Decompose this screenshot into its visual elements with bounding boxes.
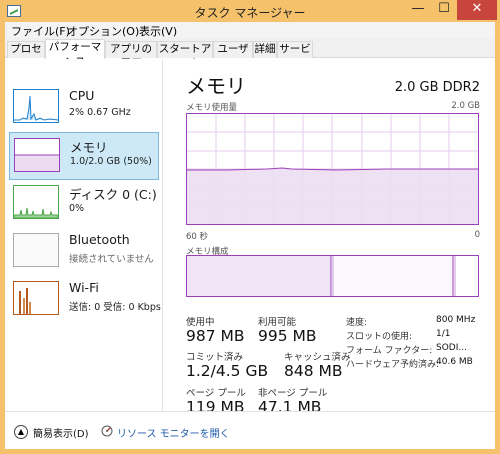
resource-wifi[interactable]: Wi-Fi 送信: 0 受信: 0 Kbps: [9, 276, 161, 324]
resource-detail: 2% 0.67 GHz: [69, 107, 131, 118]
memory-graph-icon: [14, 138, 60, 172]
hardware-reserved-label: ハードウェア予約済み:: [346, 360, 440, 370]
tab-details[interactable]: 詳細: [253, 41, 277, 58]
resource-name: メモリ: [70, 140, 108, 155]
tab-services[interactable]: サービス: [277, 41, 313, 70]
page-title: メモリ: [186, 74, 246, 98]
speed-value: 800 MHz: [436, 315, 476, 325]
client-area: ファイル(F) オプション(O) 表示(V) プロセス パフォーマンス アプリの…: [5, 22, 495, 449]
title-bar[interactable]: タスク マネージャー — ☐ ✕: [0, 0, 500, 22]
resource-disk[interactable]: ディスク 0 (C:) 0%: [9, 180, 159, 228]
resource-name: Bluetooth: [69, 232, 130, 247]
slots-used-label: スロットの使用:: [346, 332, 413, 342]
available-value: 995 MB: [258, 327, 317, 345]
resource-cpu[interactable]: CPU 2% 0.67 GHz: [9, 84, 159, 132]
menu-bar: ファイル(F) オプション(O) 表示(V): [5, 22, 495, 38]
chevron-up-icon[interactable]: ▲: [14, 425, 28, 439]
memory-usage-graph: [186, 113, 479, 225]
tab-startup[interactable]: スタートアップ: [157, 41, 213, 70]
resource-bluetooth[interactable]: Bluetooth 接続されていません: [9, 228, 159, 276]
in-use-value: 987 MB: [186, 327, 245, 345]
composition-in-use: [187, 256, 331, 296]
available-label: 利用可能: [258, 317, 297, 328]
fewer-details-button[interactable]: 簡易表示(D): [33, 425, 89, 440]
bluetooth-graph-icon: [13, 233, 59, 267]
hardware-reserved-value: 40.6 MB: [436, 357, 473, 367]
tab-app-history[interactable]: アプリの履歴: [105, 41, 157, 70]
paged-pool-label: ページ プール: [186, 388, 246, 399]
tab-users[interactable]: ユーザー: [213, 41, 253, 70]
resource-list: CPU 2% 0.67 GHz メモリ 1.0/2.0 GB (50%) ディス…: [5, 59, 163, 411]
resource-monitor-icon[interactable]: [101, 425, 113, 437]
resource-detail: 接続されていません: [69, 254, 154, 265]
memory-capacity: 2.0 GB DDR2: [394, 80, 480, 95]
composition-standby: [334, 256, 454, 296]
resource-name: ディスク 0 (C:): [69, 187, 157, 202]
cpu-graph-icon: [13, 89, 59, 123]
time-axis-left: 60 秒: [186, 232, 209, 242]
wifi-graph-icon: [13, 281, 59, 315]
menu-options[interactable]: オプション(O): [67, 23, 139, 39]
cached-label: キャッシュ済み: [284, 352, 351, 363]
task-manager-window: タスク マネージャー — ☐ ✕ ファイル(F) オプション(O) 表示(V) …: [0, 0, 500, 454]
usage-graph-label: メモリ使用量: [186, 103, 238, 113]
resource-name: Wi-Fi: [69, 280, 99, 295]
memory-usage-area: [187, 168, 478, 224]
time-axis-right: 0: [474, 230, 480, 240]
tab-processes[interactable]: プロセス: [7, 41, 45, 70]
slots-used-value: 1/1: [436, 329, 451, 339]
minimize-button[interactable]: —: [405, 0, 431, 20]
cached-value: 848 MB: [284, 362, 343, 380]
form-factor-value: SODI...: [436, 343, 467, 353]
footer-bar: ▲ 簡易表示(D) リソース モニターを開く: [5, 411, 495, 449]
maximize-button[interactable]: ☐: [431, 0, 457, 20]
menu-view[interactable]: 表示(V): [139, 23, 177, 39]
committed-label: コミット済み: [186, 352, 244, 363]
memory-detail-pane: メモリ 2.0 GB DDR2 メモリ使用量 2.0 GB 60 秒 0 メモリ…: [170, 59, 492, 416]
disk-graph-icon: [13, 185, 59, 219]
resource-name: CPU: [69, 88, 95, 103]
committed-value: 1.2/4.5 GB: [186, 362, 269, 380]
resource-memory[interactable]: メモリ 1.0/2.0 GB (50%): [9, 132, 159, 180]
menu-file[interactable]: ファイル(F): [11, 23, 70, 39]
tab-bar: プロセス パフォーマンス アプリの履歴 スタートアップ ユーザー 詳細 サービス: [5, 38, 495, 70]
usage-graph-max: 2.0 GB: [451, 101, 480, 111]
memory-composition-graph: [186, 255, 479, 297]
memory-usage-chart: [187, 114, 478, 224]
open-resource-monitor-link[interactable]: リソース モニターを開く: [117, 425, 230, 440]
close-button[interactable]: ✕: [457, 0, 497, 20]
resource-detail: 1.0/2.0 GB (50%): [70, 156, 152, 167]
nonpaged-pool-label: 非ページ プール: [258, 388, 328, 399]
in-use-label: 使用中: [186, 317, 215, 328]
form-factor-label: フォーム ファクター:: [346, 346, 433, 356]
speed-label: 速度:: [346, 318, 368, 328]
resource-detail: 送信: 0 受信: 0 Kbps: [69, 302, 161, 313]
tab-performance[interactable]: パフォーマンス: [45, 39, 105, 68]
resource-detail: 0%: [69, 203, 85, 214]
